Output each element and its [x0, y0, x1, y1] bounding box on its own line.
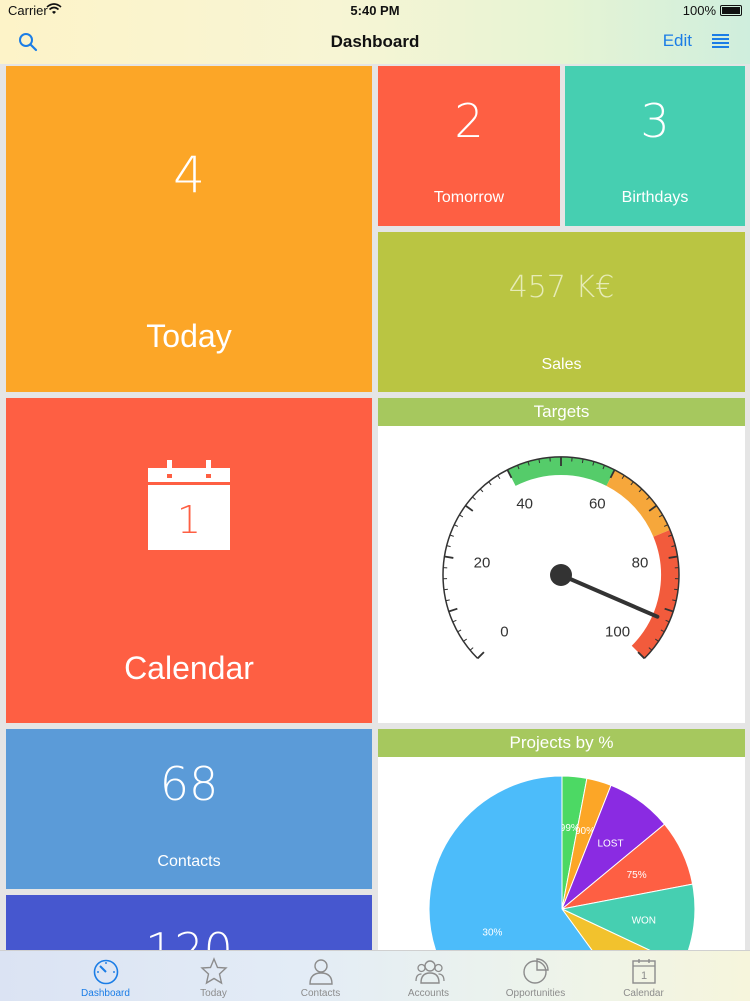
gauge-tick [480, 489, 483, 492]
gauge-band-orange [611, 478, 662, 533]
gauge-tick-label: 100 [605, 624, 630, 641]
contacts-tile[interactable]: 68 Contacts [6, 729, 372, 889]
gauge-tick-label: 60 [589, 496, 606, 513]
birthdays-tile[interactable]: 3 Birthdays [565, 66, 745, 226]
birthdays-count: 3 [565, 94, 745, 148]
targets-gauge: 0 20 40 60 80 100 [378, 426, 745, 723]
gauge-band-green [512, 466, 611, 478]
tab-dashboard-label: Dashboard [52, 988, 159, 999]
edit-button[interactable]: Edit [663, 31, 692, 51]
gauge-tick-label: 40 [516, 496, 533, 513]
gauge-tick [489, 482, 491, 485]
group-icon [415, 957, 445, 985]
today-label: Today [6, 318, 372, 355]
gauge-tick [470, 648, 473, 651]
person-icon [307, 957, 335, 985]
birthdays-label: Birthdays [565, 189, 745, 207]
gauge-tick [459, 515, 462, 517]
today-tile[interactable]: 4 Today [6, 66, 372, 392]
tomorrow-count: 2 [378, 94, 560, 148]
sales-tile[interactable]: 457 K€ Sales [378, 232, 745, 392]
projects-pie-chart: 99%90%LOST75%WON30% [378, 757, 745, 950]
gauge-tick [454, 525, 458, 527]
today-count: 4 [6, 146, 372, 204]
gauge-tick [498, 475, 500, 478]
gauge-tick-label: 0 [500, 624, 508, 641]
gauge-tick [466, 506, 473, 511]
status-time: 5:40 PM [0, 3, 750, 18]
pie-slice-label: 30% [482, 928, 502, 939]
tomorrow-label: Tomorrow [378, 189, 560, 207]
tab-accounts-label: Accounts [375, 988, 482, 999]
pie-chart-icon [522, 957, 550, 985]
gauge-tick [450, 535, 454, 536]
contacts-count: 68 [6, 757, 372, 811]
gauge-tick [444, 589, 448, 590]
tomorrow-tile[interactable]: 2 Tomorrow [378, 66, 560, 226]
battery-percent: 100% [683, 3, 716, 18]
calendar-label: Calendar [6, 650, 372, 687]
tab-today[interactable]: Today [160, 951, 267, 1001]
star-icon [200, 957, 228, 985]
gauge-tick-label: 20 [474, 554, 491, 571]
sales-label: Sales [378, 356, 745, 374]
tab-accounts[interactable]: Accounts [375, 951, 482, 1001]
gauge-tick [463, 639, 466, 641]
projects-panel[interactable]: Projects by % 99%90%LOST75%WON30% [378, 729, 745, 950]
accounts-tile[interactable]: 120 [6, 895, 372, 950]
gauge-tick [444, 557, 453, 558]
pie-slice-label: WON [632, 915, 656, 926]
gauge-tick-label: 80 [632, 554, 649, 571]
status-bar: Carrier 5:40 PM 100% [0, 0, 750, 22]
tab-opportunities-label: Opportunities [482, 988, 589, 999]
sales-amount: 457 K€ [378, 270, 745, 305]
tab-bar: Dashboard Today Contacts Accounts Opport… [0, 950, 750, 1001]
contacts-label: Contacts [6, 853, 372, 871]
gauge-tick [449, 609, 458, 612]
gauge-tick [453, 620, 457, 622]
list-menu-icon[interactable] [712, 31, 730, 51]
accounts-count: 120 [6, 923, 372, 950]
tab-calendar-label: Calendar [590, 988, 697, 999]
gauge-hub [550, 564, 572, 586]
calendar-tile[interactable]: 1 Calendar [6, 398, 372, 723]
gauge-tick [478, 652, 484, 658]
nav-bar: Dashboard Edit [0, 22, 750, 62]
gauge-needle [561, 575, 657, 617]
targets-panel[interactable]: Targets 0 20 40 60 80 100 [378, 398, 745, 723]
page-title: Dashboard [0, 32, 750, 52]
battery-icon [720, 5, 742, 16]
projects-title: Projects by % [378, 729, 745, 757]
pie-slice-label: LOST [597, 838, 623, 849]
gauge-tick [458, 630, 462, 632]
tab-contacts[interactable]: Contacts [267, 951, 374, 1001]
targets-title: Targets [378, 398, 745, 426]
calendar-tab-icon: 1 [630, 957, 658, 985]
calendar-day-number: 1 [148, 498, 230, 542]
gauge-tick [472, 497, 475, 500]
speedometer-icon [92, 957, 120, 985]
gauge-tick [674, 589, 678, 590]
svg-text:1: 1 [641, 970, 647, 982]
gauge-tick [447, 546, 451, 547]
tab-opportunities[interactable]: Opportunities [482, 951, 589, 1001]
targets-gauge-body: 0 20 40 60 80 100 [378, 426, 745, 723]
tab-calendar[interactable]: 1 Calendar [590, 951, 697, 1001]
pie-slice-label: 75% [627, 870, 647, 881]
projects-pie-body: 99%90%LOST75%WON30% [378, 757, 745, 950]
tab-today-label: Today [160, 988, 267, 999]
tab-contacts-label: Contacts [267, 988, 374, 999]
tab-dashboard[interactable]: Dashboard [52, 951, 159, 1001]
gauge-band-red [638, 533, 670, 652]
